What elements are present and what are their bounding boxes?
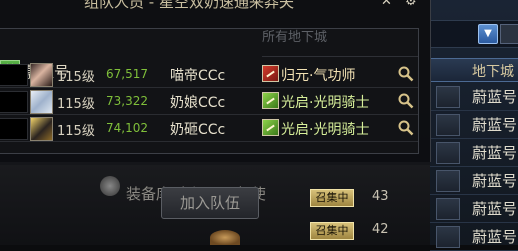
search-icon[interactable] [398, 120, 414, 136]
row-icon [436, 114, 460, 136]
row-icon [436, 86, 460, 108]
row-slot [0, 118, 28, 140]
row-icon [436, 142, 460, 164]
list-item[interactable]: 蔚蓝号 [430, 82, 518, 111]
dungeon-column-header: 地下城 [430, 58, 518, 82]
class-icon [262, 92, 279, 109]
member-class: 光启·光明骑士 [281, 122, 370, 138]
status-badge: 召集中 [310, 222, 354, 240]
row-label: 蔚蓝号 [472, 116, 518, 134]
gear-icon[interactable]: ⚙ [405, 0, 417, 9]
dialog-title-bar: 组队人员 - 星空双奶速通来莽夫 ✕ ⚙ [0, 0, 430, 10]
search-icon[interactable] [398, 66, 414, 82]
level-value: 43 [372, 189, 389, 204]
member-level: 115级 [57, 97, 95, 112]
chevron-down-icon[interactable]: ▼ [478, 24, 498, 44]
row-label: 蔚蓝号 [472, 200, 518, 218]
dialog-title: 组队人员 - 星空双奶速通来莽夫 [84, 0, 294, 10]
row-icon [436, 170, 460, 192]
table-row[interactable]: 115级 73,322 奶娘CCc 光启·光明骑士 [0, 89, 418, 115]
status-badge: 召集中 [310, 189, 354, 207]
equipment-icon [100, 176, 120, 196]
list-item[interactable]: 蔚蓝号 [430, 166, 518, 195]
list-item[interactable]: 蔚蓝号 [430, 222, 518, 251]
dungeon-list-panel: ▼ 地下城 蔚蓝号 蔚蓝号 蔚蓝号 蔚蓝号 蔚蓝号 蔚蓝号 [430, 0, 518, 251]
avatar [30, 117, 53, 141]
list-item[interactable]: 蔚蓝号 [430, 194, 518, 223]
row-label: 蔚蓝号 [472, 172, 518, 190]
dungeon-column-label: 地下城 [472, 64, 514, 80]
member-name: 奶娘CCc [170, 95, 226, 111]
member-class: 光启·光明骑士 [281, 95, 370, 111]
member-class: 归元·气功师 [281, 68, 356, 84]
member-level: 115级 [57, 70, 95, 85]
filter-bar: ▼ [430, 20, 518, 48]
member-name: 喵帝CCc [170, 68, 226, 84]
level-value: 42 [372, 222, 389, 237]
class-icon [262, 65, 279, 82]
row-icon [436, 198, 460, 220]
search-icon[interactable] [398, 93, 414, 109]
member-score: 73,322 [106, 94, 148, 108]
list-item[interactable]: 蔚蓝号 [430, 110, 518, 139]
close-icon[interactable]: ✕ [381, 0, 392, 9]
member-score: 74,102 [106, 121, 148, 135]
row-label: 蔚蓝号 [472, 144, 518, 162]
decoration-icon [210, 230, 240, 245]
row-label: 蔚蓝号 [472, 228, 518, 246]
table-row[interactable]: 115级 67,517 喵帝CCc 归元·气功师 [0, 62, 418, 88]
member-name: 奶砸CCc [170, 122, 226, 138]
row-slot [0, 64, 28, 86]
list-item[interactable]: 蔚蓝号 [430, 138, 518, 167]
avatar [30, 63, 53, 87]
avatar [30, 90, 53, 114]
member-score: 67,517 [106, 67, 148, 81]
group-header: 普 蔚蓝号 [0, 28, 418, 81]
join-team-button[interactable]: 加入队伍 [161, 187, 259, 219]
team-members-dialog: 组队人员 - 星空双奶速通来莽夫 ✕ ⚙ 所有地下城 普 蔚蓝号 115级 67… [0, 0, 431, 162]
table-row[interactable]: 115级 74,102 奶砸CCc 光启·光明骑士 [0, 116, 418, 142]
class-icon [262, 119, 279, 136]
row-slot [0, 91, 28, 113]
row-label: 蔚蓝号 [472, 88, 518, 106]
member-level: 115级 [57, 124, 95, 139]
filter-box[interactable] [500, 24, 518, 44]
